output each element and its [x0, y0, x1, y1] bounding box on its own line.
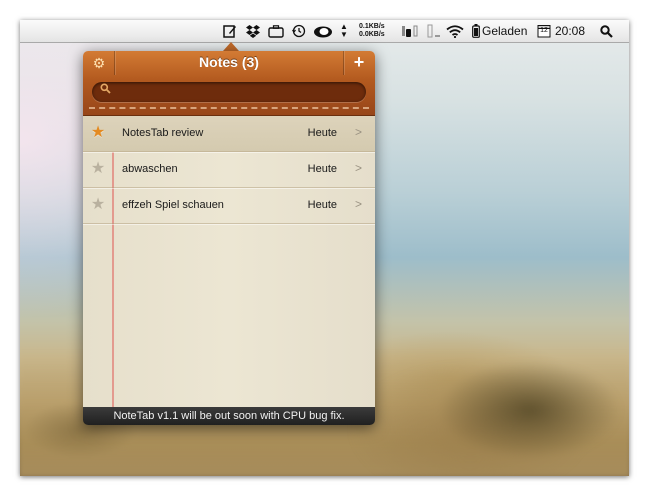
star-icon[interactable]: ★ — [90, 161, 106, 177]
briefcase-icon[interactable] — [266, 20, 286, 42]
menu-bar: ▲ ▼ 0.1KB/s 0.0KB/s Geladen 12 20:08 — [20, 20, 629, 43]
note-date: Heute — [307, 127, 337, 139]
cloud-temperature-icon[interactable] — [312, 20, 334, 42]
plus-icon: + — [353, 52, 365, 72]
up-down-arrows-icon[interactable]: ▲ ▼ — [338, 20, 350, 42]
list-item[interactable]: ★ abwaschen Heute > — [83, 152, 375, 188]
header-separator — [343, 51, 344, 75]
leather-stitching — [89, 107, 369, 109]
search-icon — [100, 83, 111, 97]
notes-popover: ⚙ Notes (3) + ★ NotesTab review Heute > … — [83, 51, 375, 425]
network-speed-monitor[interactable]: 0.1KB/s 0.0KB/s — [359, 20, 395, 45]
popover-title: Notes (3) — [199, 54, 259, 70]
star-icon[interactable]: ★ — [90, 125, 106, 141]
battery-status-label[interactable]: Geladen — [482, 20, 527, 42]
search-bar[interactable] — [92, 82, 366, 103]
chevron-right-icon: > — [354, 197, 362, 211]
desktop: ▲ ▼ 0.1KB/s 0.0KB/s Geladen 12 20:08 ⚙ N… — [20, 20, 629, 476]
status-message: NoteTab v1.1 will be out soon with CPU b… — [83, 407, 375, 425]
popover-arrow — [223, 42, 239, 51]
search-input[interactable] — [114, 83, 362, 103]
list-item[interactable]: ★ NotesTab review Heute > — [83, 116, 375, 152]
notes-list: ★ NotesTab review Heute > ★ abwaschen He… — [83, 115, 375, 408]
cpu-memory-meter-icon[interactable] — [400, 20, 422, 42]
disk-meter-icon[interactable] — [425, 20, 443, 42]
note-title: NotesTab review — [122, 127, 204, 139]
wifi-icon[interactable] — [445, 20, 465, 42]
star-icon[interactable]: ★ — [90, 197, 106, 213]
calendar-icon[interactable]: 12 — [536, 20, 552, 42]
note-title: effzeh Spiel schauen — [122, 199, 224, 211]
add-note-button[interactable]: + — [349, 52, 369, 72]
spotlight-search-icon[interactable] — [598, 20, 614, 42]
net-upload-rate: 0.1KB/s — [359, 23, 385, 30]
note-date: Heute — [307, 199, 337, 211]
calendar-day: 12 — [540, 27, 548, 34]
notetab-icon[interactable] — [220, 20, 240, 42]
battery-icon[interactable] — [470, 20, 482, 42]
chevron-right-icon: > — [354, 161, 362, 175]
note-date: Heute — [307, 163, 337, 175]
popover-header: ⚙ Notes (3) + — [83, 51, 375, 115]
list-item[interactable]: ★ effzeh Spiel schauen Heute > — [83, 188, 375, 224]
time-machine-icon[interactable] — [290, 20, 308, 42]
menubar-clock[interactable]: 20:08 — [555, 20, 585, 42]
chevron-right-icon: > — [354, 125, 362, 139]
dropbox-icon[interactable] — [244, 20, 262, 42]
net-download-rate: 0.0KB/s — [359, 31, 385, 38]
note-title: abwaschen — [122, 163, 178, 175]
